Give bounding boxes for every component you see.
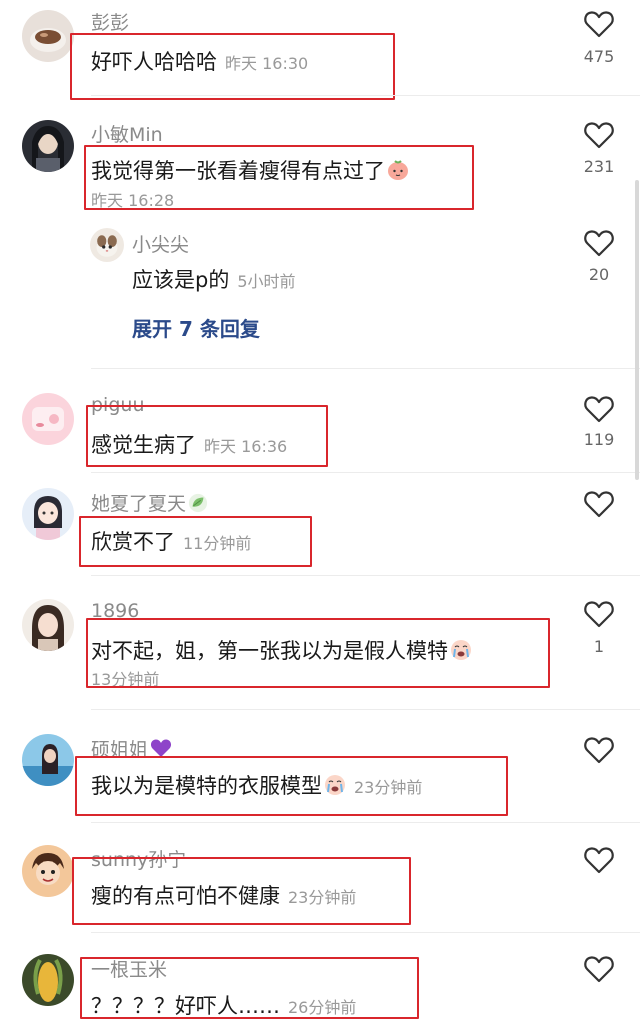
divider [91,575,640,576]
username[interactable]: 小尖尖 [132,230,189,257]
like-button[interactable] [581,120,617,150]
like-count: 1 [593,637,605,656]
like-count: 475 [583,47,615,66]
divider [91,472,640,473]
highlight-box [84,145,474,210]
heart-icon [584,230,614,257]
timestamp: 5小时前 [237,272,296,291]
divider [91,822,640,823]
highlight-box [75,756,508,816]
expand-replies-link[interactable]: 展开 7 条回复 [132,313,260,342]
divider [91,932,640,933]
username[interactable]: 她夏了夏天 [91,489,208,516]
highlight-box [86,618,550,688]
heart-icon [584,601,614,628]
scrollbar[interactable] [635,180,639,480]
avatar[interactable] [22,393,74,445]
avatar[interactable] [22,954,74,1006]
highlight-box [72,857,411,925]
avatar[interactable] [22,10,74,62]
username-text: 她夏了夏天 [91,493,187,515]
like-button[interactable] [581,9,617,39]
like-button[interactable] [581,954,617,984]
like-button[interactable] [581,845,617,875]
heart-icon [584,847,614,874]
divider [91,709,640,710]
highlight-box [70,33,395,100]
heart-icon [584,11,614,38]
username[interactable]: 彭彭 [91,8,129,35]
like-button[interactable] [581,735,617,765]
avatar[interactable] [22,599,74,651]
like-button[interactable] [581,228,617,258]
heart-icon [584,491,614,518]
username[interactable]: 小敏Min [91,120,163,147]
avatar[interactable] [22,488,74,540]
like-button[interactable] [581,599,617,629]
like-button[interactable] [581,489,617,519]
like-button[interactable] [581,394,617,424]
heart-icon [584,956,614,983]
like-count: 20 [588,265,610,284]
highlight-box [86,405,328,467]
avatar[interactable] [22,845,74,897]
divider [91,368,640,369]
comment-text[interactable]: 应该是p的 5小时前 [132,264,296,294]
like-count: 119 [583,430,615,449]
highlight-box [79,516,312,567]
comment-body: 应该是p的 [132,268,230,292]
avatar[interactable] [22,120,74,172]
heart-icon [584,122,614,149]
avatar[interactable] [22,734,74,786]
heart-icon [584,737,614,764]
heart-icon [584,396,614,423]
like-count: 231 [583,157,615,176]
leaf-icon [188,493,208,513]
divider [91,95,640,96]
highlight-box [80,957,419,1019]
avatar[interactable] [90,228,124,262]
